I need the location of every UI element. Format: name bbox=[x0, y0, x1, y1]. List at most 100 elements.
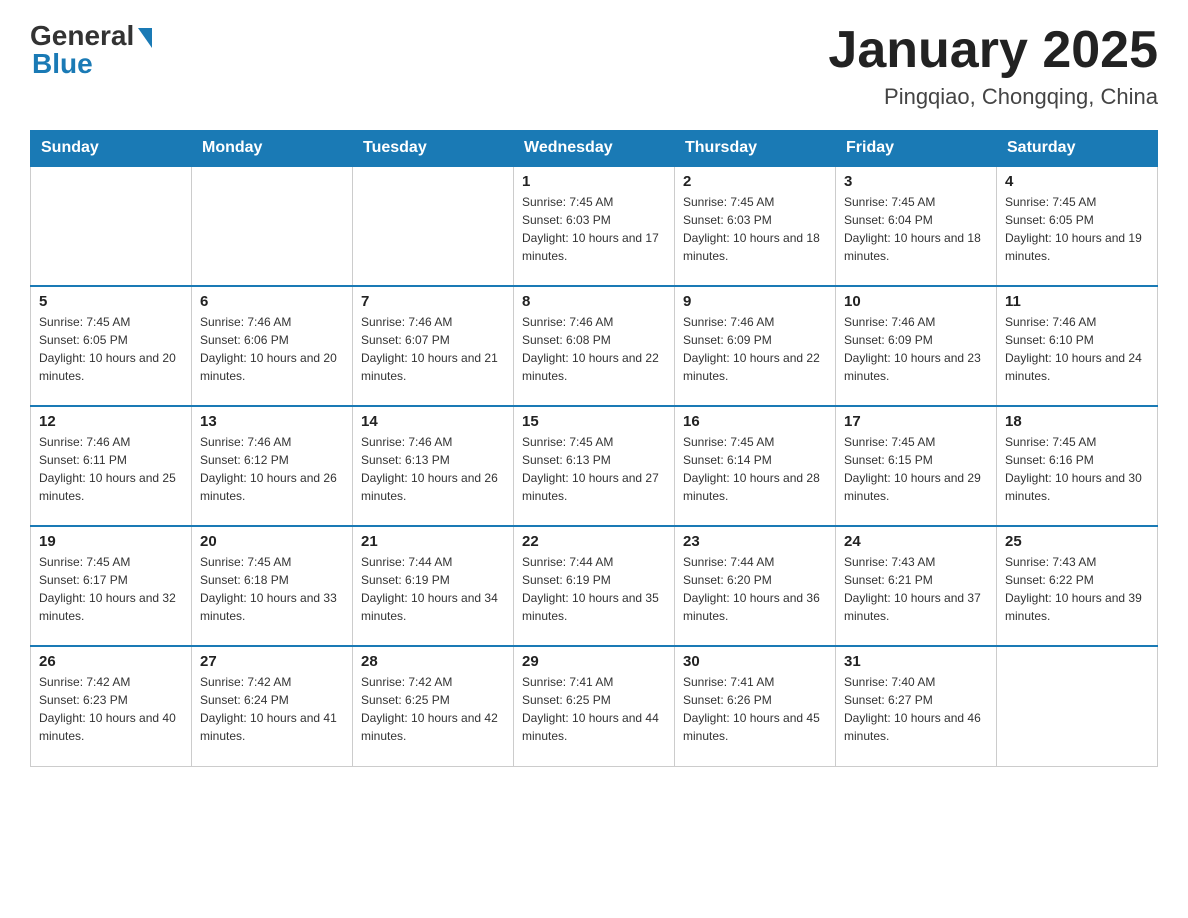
weekday-header-tuesday: Tuesday bbox=[353, 131, 514, 167]
calendar-cell: 11Sunrise: 7:46 AM Sunset: 6:10 PM Dayli… bbox=[997, 286, 1158, 406]
calendar-cell: 20 Sunrise: 7:45 AM Sunset: 6:18 PM Dayli… bbox=[192, 526, 353, 646]
day-info: Sunrise: 7:45 AM Sunset: 6:14 PM Dayligh… bbox=[683, 433, 827, 505]
calendar-cell bbox=[192, 166, 353, 286]
day-info: Sunrise: 7:46 AM Sunset: 6:07 PM Dayligh… bbox=[361, 313, 505, 385]
calendar-cell: 7 Sunrise: 7:46 AM Sunset: 6:07 PM Daylig… bbox=[353, 286, 514, 406]
day-number: 23 bbox=[683, 533, 827, 550]
calendar-cell: 3Sunrise: 7:45 AM Sunset: 6:04 PM Daylig… bbox=[836, 166, 997, 286]
day-number: 7 bbox=[361, 293, 505, 310]
calendar-cell: 13 Sunrise: 7:46 AM Sunset: 6:12 PM Dayli… bbox=[192, 406, 353, 526]
day-info: Sunrise: 7:46 AM Sunset: 6:12 PM Dayligh… bbox=[200, 433, 344, 505]
weekday-header-monday: Monday bbox=[192, 131, 353, 167]
day-number: 16 bbox=[683, 413, 827, 430]
calendar-cell: 25 Sunrise: 7:43 AM Sunset: 6:22 PM Dayli… bbox=[997, 526, 1158, 646]
calendar-cell: 17Sunrise: 7:45 AM Sunset: 6:15 PM Dayli… bbox=[836, 406, 997, 526]
day-info: Sunrise: 7:46 AM Sunset: 6:06 PM Dayligh… bbox=[200, 313, 344, 385]
day-info: Sunrise: 7:42 AM Sunset: 6:24 PM Dayligh… bbox=[200, 673, 344, 745]
day-number: 22 bbox=[522, 533, 666, 550]
week-row-4: 19 Sunrise: 7:45 AM Sunset: 6:17 PM Dayli… bbox=[31, 526, 1158, 646]
day-number: 18 bbox=[1005, 413, 1149, 430]
day-number: 15 bbox=[522, 413, 666, 430]
day-info: Sunrise: 7:46 AM Sunset: 6:13 PM Dayligh… bbox=[361, 433, 505, 505]
day-number: 21 bbox=[361, 533, 505, 550]
calendar-cell bbox=[353, 166, 514, 286]
calendar-cell: 30 Sunrise: 7:41 AM Sunset: 6:26 PM Dayli… bbox=[675, 646, 836, 766]
calendar-cell: 4Sunrise: 7:45 AM Sunset: 6:05 PM Daylig… bbox=[997, 166, 1158, 286]
day-number: 5 bbox=[39, 293, 183, 310]
day-number: 19 bbox=[39, 533, 183, 550]
calendar-cell: 1Sunrise: 7:45 AM Sunset: 6:03 PM Daylig… bbox=[514, 166, 675, 286]
day-info: Sunrise: 7:43 AM Sunset: 6:21 PM Dayligh… bbox=[844, 553, 988, 625]
day-number: 12 bbox=[39, 413, 183, 430]
calendar-cell: 14 Sunrise: 7:46 AM Sunset: 6:13 PM Dayli… bbox=[353, 406, 514, 526]
calendar-cell: 2 Sunrise: 7:45 AM Sunset: 6:03 PM Daylig… bbox=[675, 166, 836, 286]
calendar-cell: 27 Sunrise: 7:42 AM Sunset: 6:24 PM Dayli… bbox=[192, 646, 353, 766]
day-info: Sunrise: 7:46 AM Sunset: 6:09 PM Dayligh… bbox=[844, 313, 988, 385]
calendar-cell: 19 Sunrise: 7:45 AM Sunset: 6:17 PM Dayli… bbox=[31, 526, 192, 646]
week-row-1: 1Sunrise: 7:45 AM Sunset: 6:03 PM Daylig… bbox=[31, 166, 1158, 286]
day-info: Sunrise: 7:46 AM Sunset: 6:11 PM Dayligh… bbox=[39, 433, 183, 505]
day-number: 20 bbox=[200, 533, 344, 550]
calendar-cell: 6 Sunrise: 7:46 AM Sunset: 6:06 PM Daylig… bbox=[192, 286, 353, 406]
week-row-5: 26Sunrise: 7:42 AM Sunset: 6:23 PM Dayli… bbox=[31, 646, 1158, 766]
day-number: 29 bbox=[522, 653, 666, 670]
week-row-2: 5Sunrise: 7:45 AM Sunset: 6:05 PM Daylig… bbox=[31, 286, 1158, 406]
calendar-cell: 8 Sunrise: 7:46 AM Sunset: 6:08 PM Daylig… bbox=[514, 286, 675, 406]
calendar-cell: 10 Sunrise: 7:46 AM Sunset: 6:09 PM Dayli… bbox=[836, 286, 997, 406]
calendar-cell bbox=[31, 166, 192, 286]
day-number: 4 bbox=[1005, 173, 1149, 190]
calendar-cell: 26Sunrise: 7:42 AM Sunset: 6:23 PM Dayli… bbox=[31, 646, 192, 766]
day-number: 3 bbox=[844, 173, 988, 190]
day-number: 14 bbox=[361, 413, 505, 430]
day-info: Sunrise: 7:45 AM Sunset: 6:17 PM Dayligh… bbox=[39, 553, 183, 625]
calendar-cell: 18 Sunrise: 7:45 AM Sunset: 6:16 PM Dayli… bbox=[997, 406, 1158, 526]
day-number: 10 bbox=[844, 293, 988, 310]
day-info: Sunrise: 7:45 AM Sunset: 6:16 PM Dayligh… bbox=[1005, 433, 1149, 505]
day-number: 27 bbox=[200, 653, 344, 670]
location-text: Pingqiao, Chongqing, China bbox=[828, 84, 1158, 110]
day-info: Sunrise: 7:41 AM Sunset: 6:26 PM Dayligh… bbox=[683, 673, 827, 745]
day-number: 13 bbox=[200, 413, 344, 430]
calendar-cell: 16 Sunrise: 7:45 AM Sunset: 6:14 PM Dayli… bbox=[675, 406, 836, 526]
page-header: General Blue January 2025 Pingqiao, Chon… bbox=[30, 20, 1158, 110]
day-info: Sunrise: 7:45 AM Sunset: 6:03 PM Dayligh… bbox=[683, 193, 827, 265]
day-number: 6 bbox=[200, 293, 344, 310]
day-number: 24 bbox=[844, 533, 988, 550]
month-title: January 2025 bbox=[828, 20, 1158, 80]
logo-blue-text: Blue bbox=[30, 48, 93, 80]
calendar-cell: 29Sunrise: 7:41 AM Sunset: 6:25 PM Dayli… bbox=[514, 646, 675, 766]
day-info: Sunrise: 7:45 AM Sunset: 6:03 PM Dayligh… bbox=[522, 193, 666, 265]
weekday-header-saturday: Saturday bbox=[997, 131, 1158, 167]
day-info: Sunrise: 7:44 AM Sunset: 6:20 PM Dayligh… bbox=[683, 553, 827, 625]
title-section: January 2025 Pingqiao, Chongqing, China bbox=[828, 20, 1158, 110]
day-number: 9 bbox=[683, 293, 827, 310]
day-number: 25 bbox=[1005, 533, 1149, 550]
day-info: Sunrise: 7:46 AM Sunset: 6:08 PM Dayligh… bbox=[522, 313, 666, 385]
calendar-cell: 15Sunrise: 7:45 AM Sunset: 6:13 PM Dayli… bbox=[514, 406, 675, 526]
calendar-cell: 12 Sunrise: 7:46 AM Sunset: 6:11 PM Dayli… bbox=[31, 406, 192, 526]
day-number: 2 bbox=[683, 173, 827, 190]
calendar-cell: 28Sunrise: 7:42 AM Sunset: 6:25 PM Dayli… bbox=[353, 646, 514, 766]
day-info: Sunrise: 7:45 AM Sunset: 6:18 PM Dayligh… bbox=[200, 553, 344, 625]
weekday-header-friday: Friday bbox=[836, 131, 997, 167]
calendar-cell: 21Sunrise: 7:44 AM Sunset: 6:19 PM Dayli… bbox=[353, 526, 514, 646]
calendar-cell: 31Sunrise: 7:40 AM Sunset: 6:27 PM Dayli… bbox=[836, 646, 997, 766]
calendar-cell: 23 Sunrise: 7:44 AM Sunset: 6:20 PM Dayli… bbox=[675, 526, 836, 646]
week-row-3: 12 Sunrise: 7:46 AM Sunset: 6:11 PM Dayli… bbox=[31, 406, 1158, 526]
day-info: Sunrise: 7:46 AM Sunset: 6:09 PM Dayligh… bbox=[683, 313, 827, 385]
day-info: Sunrise: 7:40 AM Sunset: 6:27 PM Dayligh… bbox=[844, 673, 988, 745]
calendar-cell: 22Sunrise: 7:44 AM Sunset: 6:19 PM Dayli… bbox=[514, 526, 675, 646]
weekday-header-row: SundayMondayTuesdayWednesdayThursdayFrid… bbox=[31, 131, 1158, 167]
calendar-cell: 9 Sunrise: 7:46 AM Sunset: 6:09 PM Daylig… bbox=[675, 286, 836, 406]
weekday-header-thursday: Thursday bbox=[675, 131, 836, 167]
calendar-cell: 24 Sunrise: 7:43 AM Sunset: 6:21 PM Dayli… bbox=[836, 526, 997, 646]
weekday-header-wednesday: Wednesday bbox=[514, 131, 675, 167]
logo-arrow-icon bbox=[138, 28, 152, 48]
day-number: 8 bbox=[522, 293, 666, 310]
day-number: 28 bbox=[361, 653, 505, 670]
calendar-cell: 5Sunrise: 7:45 AM Sunset: 6:05 PM Daylig… bbox=[31, 286, 192, 406]
day-number: 26 bbox=[39, 653, 183, 670]
day-number: 30 bbox=[683, 653, 827, 670]
calendar-cell bbox=[997, 646, 1158, 766]
day-info: Sunrise: 7:43 AM Sunset: 6:22 PM Dayligh… bbox=[1005, 553, 1149, 625]
